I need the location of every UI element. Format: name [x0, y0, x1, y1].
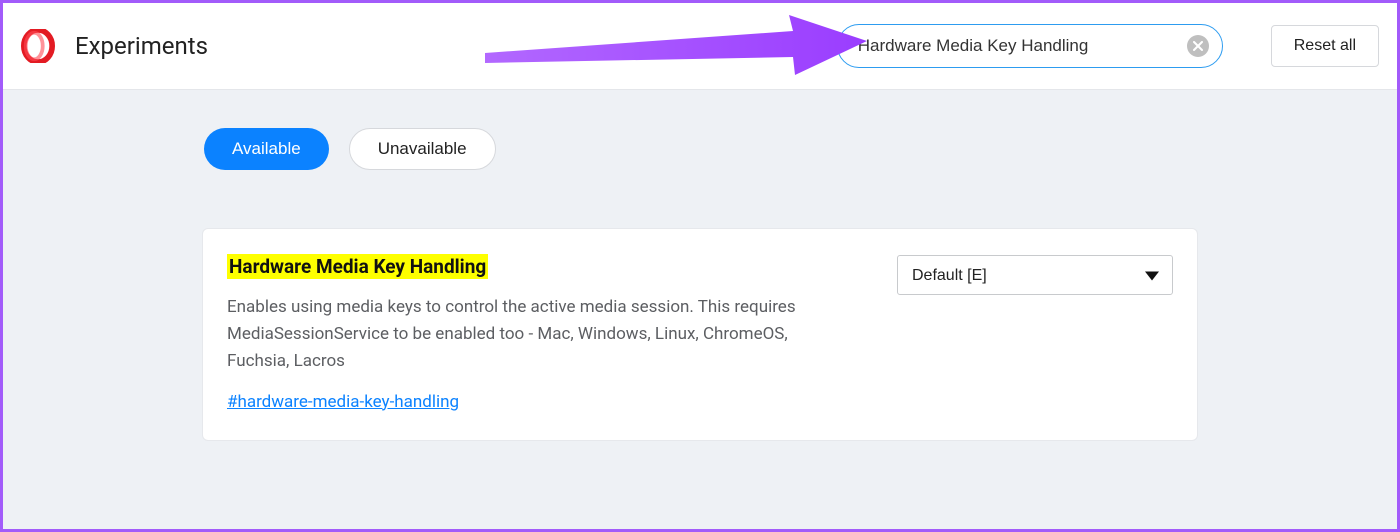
tab-bar: Available Unavailable: [202, 128, 1198, 170]
flag-status-select[interactable]: Default [E]: [897, 255, 1173, 295]
opera-logo-icon: [21, 29, 55, 63]
flag-link[interactable]: #hardware-media-key-handling: [227, 392, 459, 412]
tab-unavailable[interactable]: Unavailable: [349, 128, 496, 170]
clear-search-button[interactable]: [1187, 35, 1209, 57]
tab-available[interactable]: Available: [204, 128, 329, 170]
flag-description: Enables using media keys to control the …: [227, 294, 847, 376]
search-container: [837, 24, 1223, 68]
content-area: Available Unavailable Hardware Media Key…: [3, 90, 1397, 441]
reset-all-button[interactable]: Reset all: [1271, 25, 1379, 67]
header: Experiments Reset all: [3, 3, 1397, 90]
flag-title: Hardware Media Key Handling: [227, 254, 488, 279]
flag-card: Hardware Media Key Handling Enables usin…: [202, 228, 1198, 441]
page-title: Experiments: [75, 32, 208, 60]
close-icon: [1193, 41, 1203, 51]
search-input[interactable]: [837, 24, 1223, 68]
